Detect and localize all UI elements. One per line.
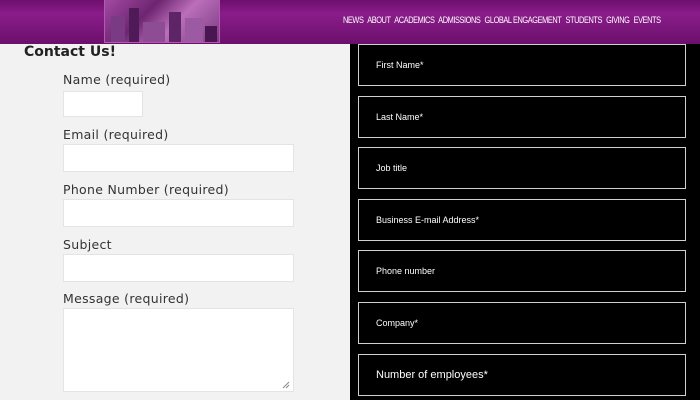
phone-number-placeholder: Phone number <box>376 266 436 276</box>
business-form-panel: First Name* Last Name* Job title Busines… <box>350 44 700 400</box>
first-name-placeholder: First Name* <box>376 60 424 70</box>
email-input[interactable] <box>63 144 294 172</box>
name-label: Name (required) <box>63 72 171 87</box>
company-placeholder: Company* <box>376 318 419 328</box>
message-textarea[interactable] <box>63 308 294 392</box>
number-of-employees-placeholder: Number of employees* <box>376 369 488 381</box>
nav-item-academics[interactable]: ACADEMICS <box>394 15 435 25</box>
nav-item-about[interactable]: ABOUT <box>367 15 391 25</box>
message-label: Message (required) <box>63 291 190 306</box>
nav-item-students[interactable]: STUDENTS <box>565 15 602 25</box>
nav-item-giving[interactable]: GIVING <box>606 15 630 25</box>
first-name-field[interactable]: First Name* <box>358 44 686 86</box>
contact-title: Contact Us! <box>24 44 116 60</box>
nav-item-news[interactable]: NEWS <box>343 15 364 25</box>
main-nav: NEWS ABOUT ACADEMICS ADMISSIONS GLOBAL E… <box>343 15 663 25</box>
nav-item-admissions[interactable]: ADMISSIONS <box>438 15 481 25</box>
last-name-placeholder: Last Name* <box>376 112 424 122</box>
phone-input[interactable] <box>63 199 294 227</box>
subject-label: Subject <box>63 237 112 252</box>
header-banner-image <box>104 0 220 43</box>
phone-number-field[interactable]: Phone number <box>358 250 686 292</box>
number-of-employees-field[interactable]: Number of employees* <box>358 354 686 396</box>
business-email-field[interactable]: Business E-mail Address* <box>358 199 686 241</box>
email-label: Email (required) <box>63 127 169 142</box>
job-title-placeholder: Job title <box>376 163 408 173</box>
subject-input[interactable] <box>63 254 294 282</box>
business-email-placeholder: Business E-mail Address* <box>376 215 480 225</box>
phone-label: Phone Number (required) <box>63 182 229 197</box>
job-title-field[interactable]: Job title <box>358 147 686 189</box>
top-nav-bar: NEWS ABOUT ACADEMICS ADMISSIONS GLOBAL E… <box>0 0 700 44</box>
nav-item-global-engagement[interactable]: GLOBAL ENGAGEMENT <box>485 15 562 25</box>
resize-handle-icon[interactable] <box>282 381 290 389</box>
contact-form-panel: Contact Us! Name (required) Email (requi… <box>0 44 350 400</box>
name-input[interactable] <box>63 91 143 117</box>
last-name-field[interactable]: Last Name* <box>358 96 686 138</box>
company-field[interactable]: Company* <box>358 302 686 344</box>
nav-item-events[interactable]: EVENTS <box>634 15 661 25</box>
